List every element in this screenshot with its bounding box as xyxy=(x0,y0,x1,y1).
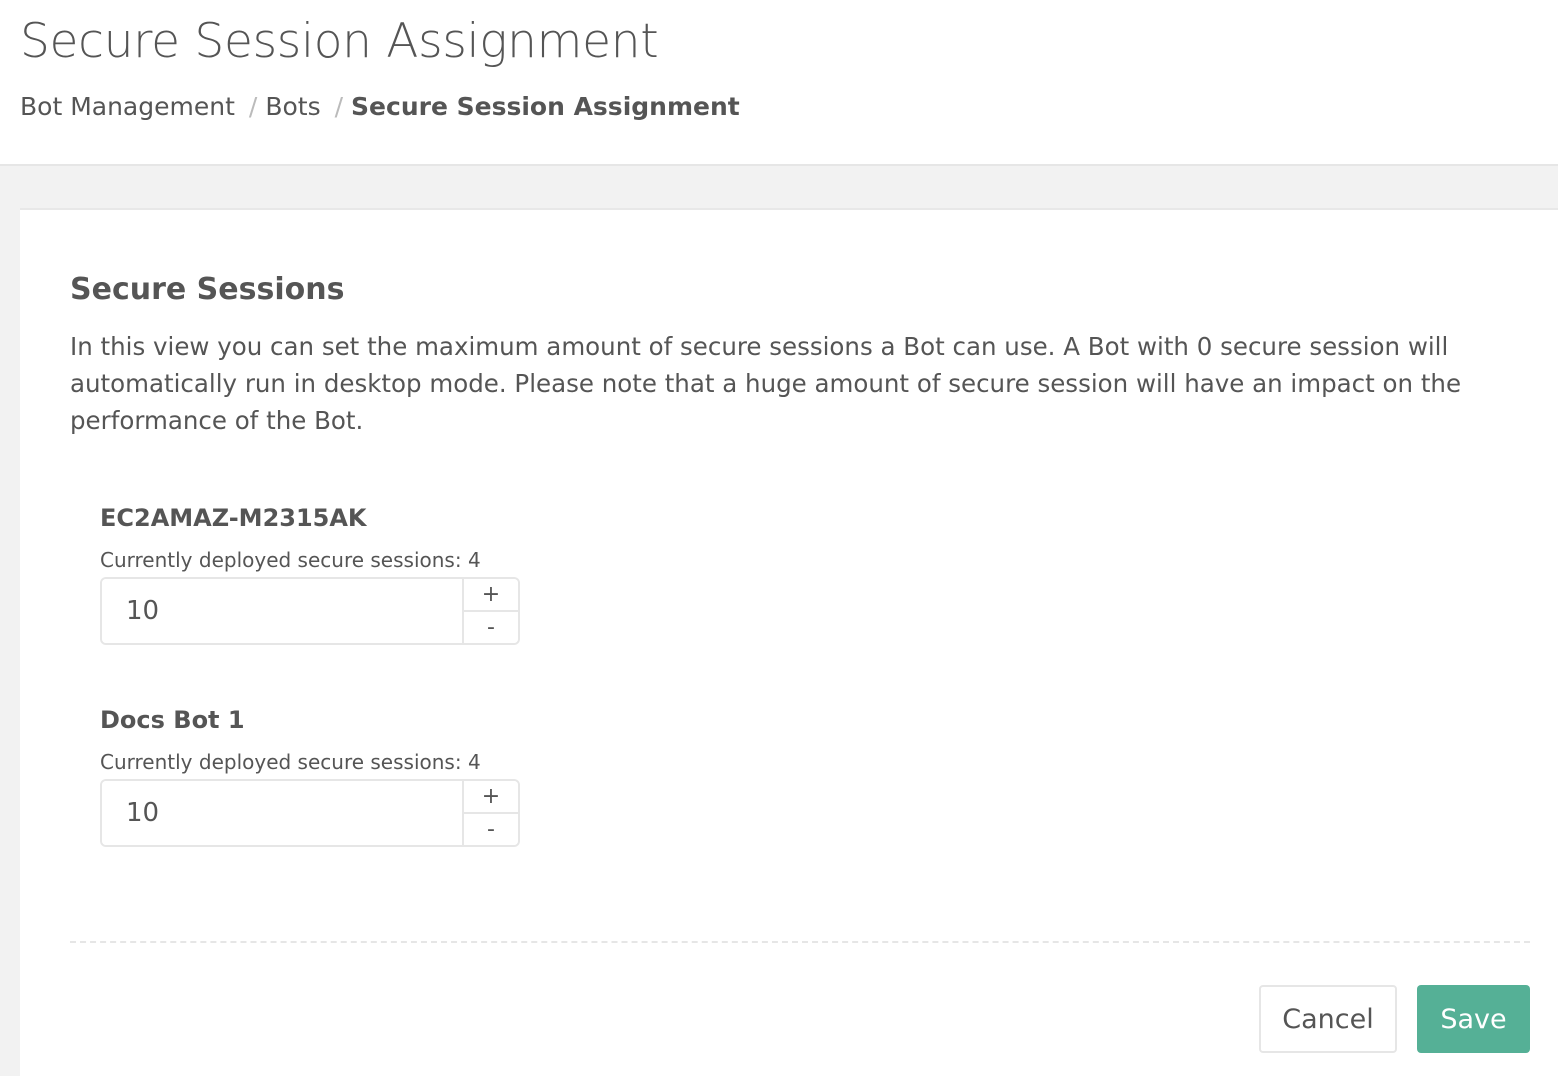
secure-sessions-input[interactable] xyxy=(102,579,464,643)
increment-button[interactable]: + xyxy=(464,579,518,612)
decrement-button[interactable]: - xyxy=(464,612,518,643)
deployed-sessions-label: Currently deployed secure sessions: 4 xyxy=(100,750,481,774)
secure-sessions-stepper: + - xyxy=(100,577,520,645)
bot-item: EC2AMAZ-M2315AK Currently deployed secur… xyxy=(100,502,540,645)
breadcrumb: Bot Management / Bots / Secure Session A… xyxy=(20,92,740,121)
page-header: Secure Session Assignment Bot Management… xyxy=(0,0,1558,166)
section-title: Secure Sessions xyxy=(70,272,345,307)
deployed-sessions-label: Currently deployed secure sessions: 4 xyxy=(100,548,481,572)
secure-sessions-card: Secure Sessions In this view you can set… xyxy=(20,208,1558,1076)
breadcrumb-current: Secure Session Assignment xyxy=(351,92,740,121)
decrement-button[interactable]: - xyxy=(464,814,518,845)
save-button[interactable]: Save xyxy=(1417,985,1530,1053)
cancel-button[interactable]: Cancel xyxy=(1259,985,1397,1053)
secure-sessions-input[interactable] xyxy=(102,781,464,845)
breadcrumb-separator: / xyxy=(334,92,344,121)
breadcrumb-bots[interactable]: Bots xyxy=(265,92,320,121)
page-title: Secure Session Assignment xyxy=(20,14,659,69)
breadcrumb-separator: / xyxy=(248,92,258,121)
secure-sessions-stepper: + - xyxy=(100,779,520,847)
bot-name: EC2AMAZ-M2315AK xyxy=(100,504,367,532)
section-description: In this view you can set the maximum amo… xyxy=(70,332,1462,435)
bot-item: Docs Bot 1 Currently deployed secure ses… xyxy=(100,704,540,847)
bot-name: Docs Bot 1 xyxy=(100,706,245,734)
increment-button[interactable]: + xyxy=(464,781,518,814)
divider xyxy=(70,941,1530,943)
breadcrumb-bot-management[interactable]: Bot Management xyxy=(20,92,235,121)
